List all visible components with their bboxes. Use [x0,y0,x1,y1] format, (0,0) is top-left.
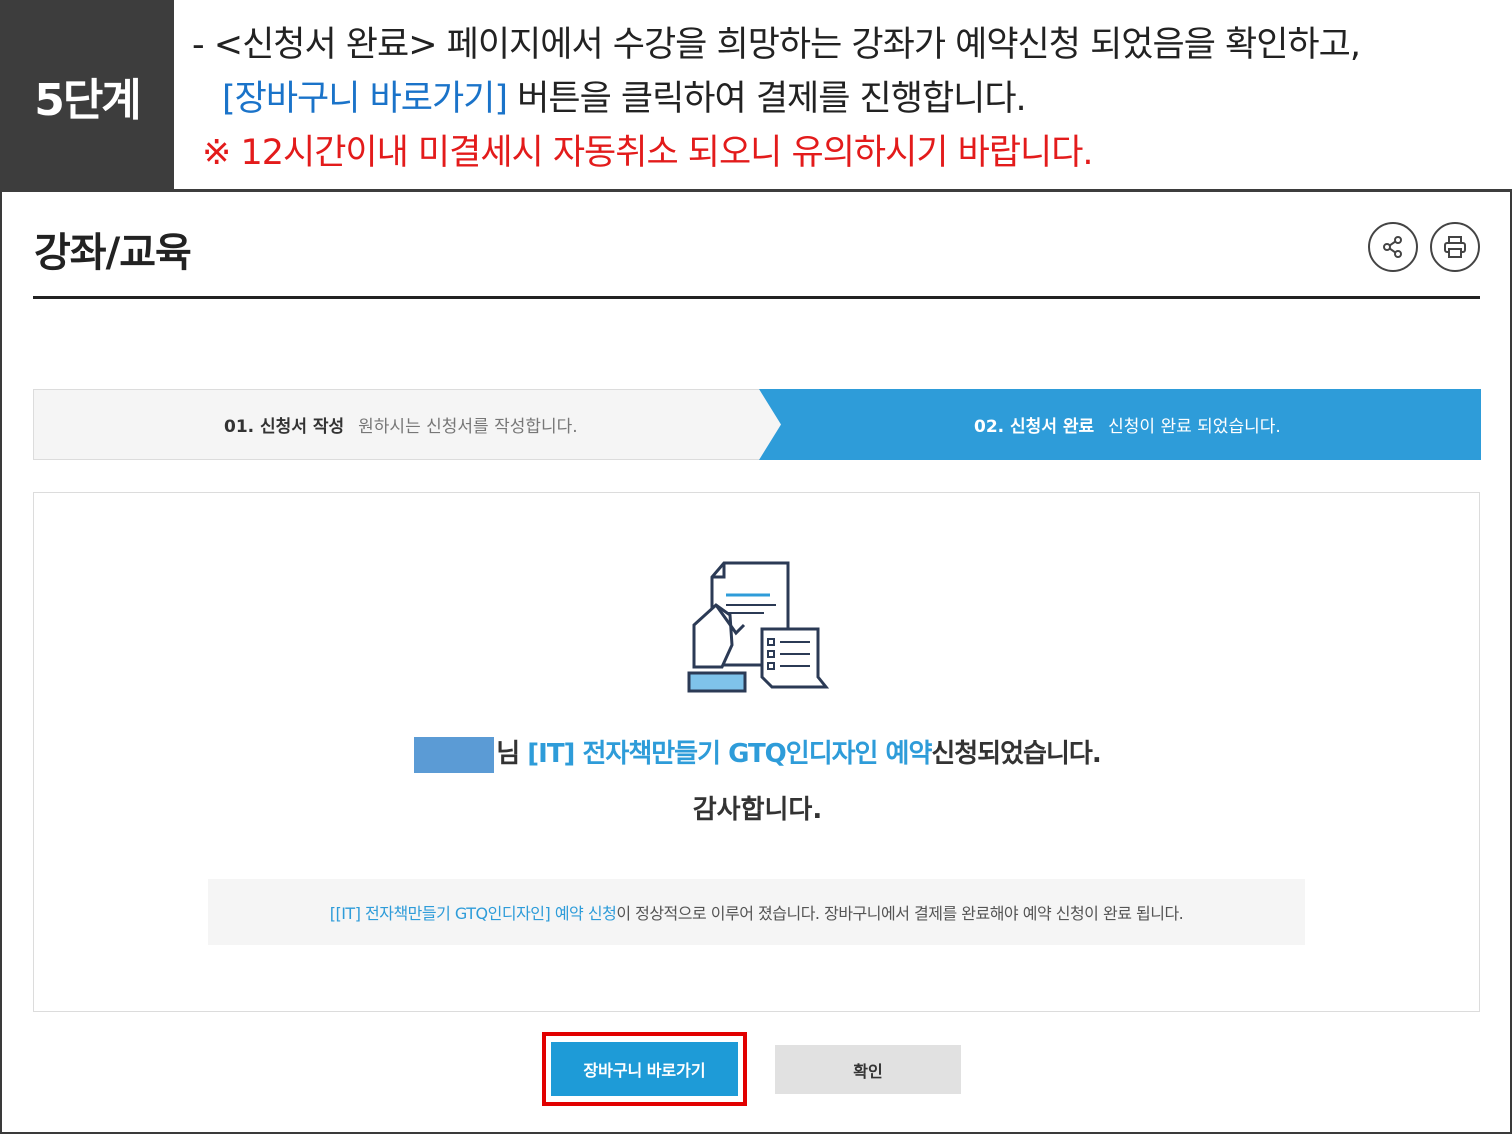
step-1-write-application: 01. 신청서 작성 원하시는 신청서를 작성합니다. [224,390,578,459]
share-button[interactable] [1368,222,1418,272]
step-indicator-box: 5단계 [0,0,174,192]
step-label: 5단계 [34,75,142,126]
reservation-word: 예약 [877,739,933,769]
print-button[interactable] [1430,222,1480,272]
instruction-panel: - <신청서 완료> 페이지에서 수강을 희망하는 강좌가 예약신청 되었음을 … [174,0,1512,192]
instruction-line-1: - <신청서 완료> 페이지에서 수강을 희망하는 강좌가 예약신청 되었음을 … [192,25,1361,65]
redacted-user-name [414,736,495,773]
completion-panel: 님 [IT] 전자책만들기 GTQ인디자인 예약신청되었습니다. 감사합니다. … [33,492,1480,1012]
printer-icon [1444,236,1466,258]
notice-box: [[IT] 전자책만들기 GTQ인디자인] 예약 신청 이 정상적으로 이루어 졌… [208,879,1305,945]
message-suffix: 신청되었습니다. [931,739,1101,769]
instruction-button-reference: [장바구니 바로가기] [222,79,508,119]
instruction-line-2: [장바구니 바로가기] 버튼을 클릭하여 결제를 진행합니다. [192,72,1512,126]
course-title: [IT] 전자책만들기 GTQ인디자인 [527,739,878,769]
step-2-description: 신청이 완료 되었습니다. [1108,417,1281,437]
notice-text: 이 정상적으로 이루어 졌습니다. 장바구니에서 결제를 완료해야 예약 신청이… [616,904,1184,923]
share-icon [1383,236,1402,258]
completion-message: 님 [IT] 전자책만들기 GTQ인디자인 예약신청되었습니다. [34,733,1481,773]
step-2-application-complete: 02. 신청서 완료 신청이 완료 되었습니다. [974,390,1281,459]
document-check-icon [687,561,830,693]
notice-course-link: [[IT] 전자책만들기 GTQ인디자인] 예약 신청 [329,904,617,923]
page-title: 강좌/교육 [34,230,192,276]
name-suffix: 님 [496,739,528,769]
step-2-title: 02. 신청서 완료 [974,417,1095,437]
instruction-line-2-text: 버튼을 클릭하여 결제를 진행합니다. [507,79,1027,119]
thanks-message: 감사합니다. [692,795,823,825]
instruction-warning: ※ 12시간이내 미결세시 자동취소 되오니 유의하시기 바랍니다. [202,133,1094,173]
step-1-description: 원하시는 신청서를 작성합니다. [358,417,578,437]
confirm-button[interactable]: 확인 [775,1045,961,1094]
go-to-cart-button[interactable]: 장바구니 바로가기 [551,1042,738,1096]
title-divider [33,296,1480,299]
step-1-title: 01. 신청서 작성 [224,417,345,437]
progress-steps: 01. 신청서 작성 원하시는 신청서를 작성합니다. 02. 신청서 완료 신… [33,389,1481,460]
